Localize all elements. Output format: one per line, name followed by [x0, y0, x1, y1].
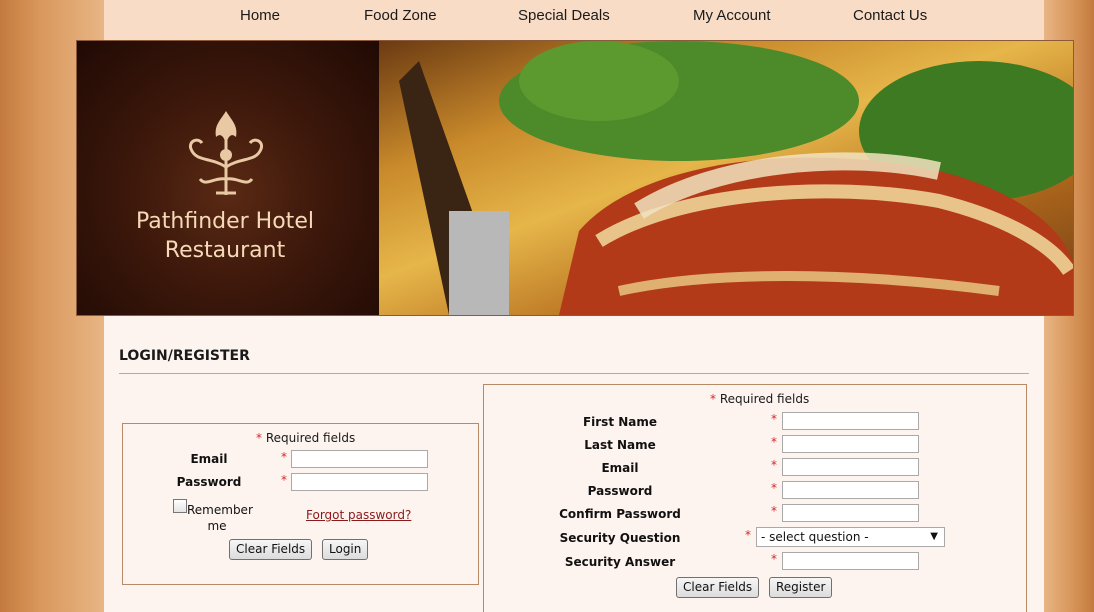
- remember-me-line2: me: [207, 519, 227, 533]
- top-nav: Home Food Zone Special Deals My Account …: [104, 0, 1044, 40]
- register-required-note: * Required fields: [710, 392, 809, 406]
- restaurant-name-line1: Pathfinder Hotel: [136, 209, 314, 234]
- lasagna-illustration: [399, 41, 1073, 315]
- register-email-label: Email: [601, 461, 639, 475]
- security-question-select[interactable]: - select question - ▼: [756, 527, 945, 547]
- header-banner: Pathfinder Hotel Restaurant: [76, 40, 1074, 316]
- confirm-password-label: Confirm Password: [559, 507, 681, 521]
- login-email-label: Email: [190, 452, 228, 466]
- restaurant-name: Pathfinder Hotel Restaurant: [77, 207, 373, 265]
- security-question-value: - select question -: [761, 530, 869, 544]
- remember-me-line1: Remember: [187, 503, 253, 517]
- nav-special-deals[interactable]: Special Deals: [518, 7, 610, 24]
- login-form: * Required fields Email * Password * Rem…: [122, 423, 479, 585]
- confirm-password-star: *: [771, 504, 777, 518]
- first-name-star: *: [771, 412, 777, 426]
- register-clear-fields-button[interactable]: Clear Fields: [676, 577, 760, 598]
- register-button[interactable]: Register: [769, 577, 833, 598]
- security-answer-label: Security Answer: [564, 555, 676, 569]
- nav-home[interactable]: Home: [240, 7, 280, 24]
- register-password-input[interactable]: [782, 481, 919, 499]
- security-question-star: *: [745, 528, 751, 542]
- lasagna-photo: [379, 41, 1073, 315]
- login-email-input[interactable]: [291, 450, 428, 468]
- register-email-star: *: [771, 458, 777, 472]
- security-question-label: Security Question: [559, 531, 681, 545]
- remember-me-checkbox[interactable]: [173, 499, 187, 513]
- login-clear-fields-button[interactable]: Clear Fields: [229, 539, 313, 560]
- login-required-note: * Required fields: [256, 431, 355, 445]
- required-star: *: [710, 392, 716, 406]
- security-answer-star: *: [771, 552, 777, 566]
- nav-my-account[interactable]: My Account: [693, 7, 771, 24]
- register-required-text: Required fields: [719, 392, 810, 406]
- register-password-star: *: [771, 481, 777, 495]
- last-name-input[interactable]: [782, 435, 919, 453]
- login-button[interactable]: Login: [322, 539, 369, 560]
- login-required-text: Required fields: [265, 431, 356, 445]
- login-password-label: Password: [176, 475, 242, 489]
- remember-me-label: Remember me: [187, 502, 253, 534]
- register-password-label: Password: [587, 484, 653, 498]
- first-name-input[interactable]: [782, 412, 919, 430]
- nav-food-zone[interactable]: Food Zone: [364, 7, 437, 24]
- required-star: *: [256, 431, 262, 445]
- title-divider: [119, 373, 1029, 374]
- restaurant-name-line2: Restaurant: [164, 238, 286, 263]
- security-answer-input[interactable]: [782, 552, 919, 570]
- last-name-label: Last Name: [584, 438, 656, 452]
- fleur-logo-icon: [188, 111, 264, 195]
- first-name-label: First Name: [582, 415, 658, 429]
- chevron-down-icon: ▼: [930, 531, 938, 542]
- login-password-input[interactable]: [291, 473, 428, 491]
- register-form: * Required fields First Name * Last Name…: [483, 384, 1027, 612]
- confirm-password-input[interactable]: [782, 504, 919, 522]
- nav-contact-us[interactable]: Contact Us: [853, 7, 927, 24]
- login-password-star: *: [281, 473, 287, 487]
- forgot-password-link[interactable]: Forgot password?: [306, 508, 411, 522]
- login-email-star: *: [281, 450, 287, 464]
- banner-logo-panel: Pathfinder Hotel Restaurant: [77, 41, 379, 315]
- page-title: LOGIN/REGISTER: [119, 348, 250, 364]
- last-name-star: *: [771, 435, 777, 449]
- register-email-input[interactable]: [782, 458, 919, 476]
